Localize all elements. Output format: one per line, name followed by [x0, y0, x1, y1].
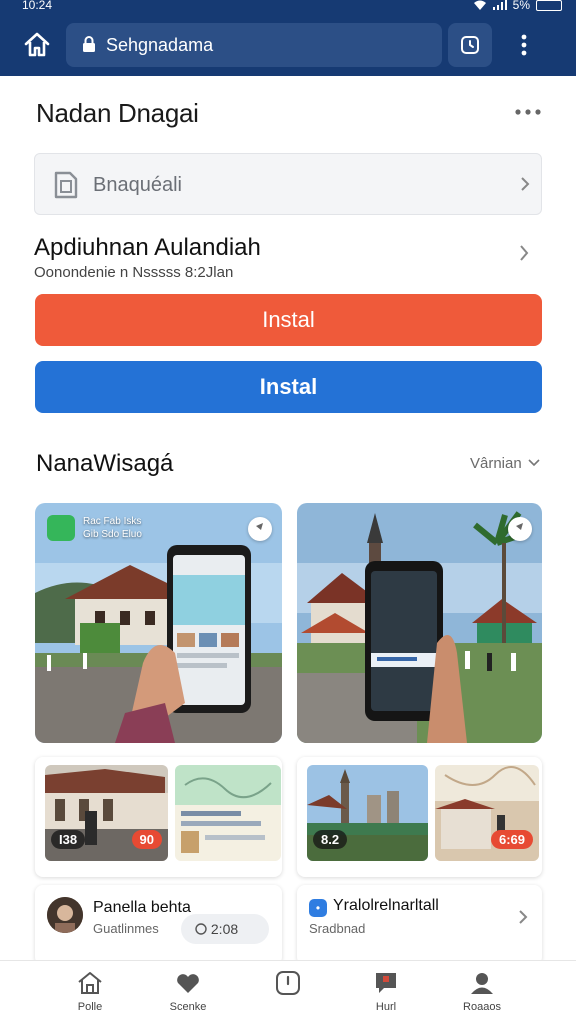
battery-icon — [536, 0, 562, 11]
battery-text: 5% — [512, 0, 530, 12]
overflow-menu-icon[interactable] — [514, 30, 534, 60]
thumbnail-label: 8.2 — [313, 830, 348, 849]
thumbnail-label: 90 — [131, 830, 162, 849]
person-icon — [471, 973, 493, 994]
nav-item-profile[interactable]: Roaaos — [442, 969, 522, 1013]
thumbnail-label: 6:69 — [490, 830, 533, 849]
thumbnail-image: 8.2 — [307, 765, 428, 861]
tab-switcher-button[interactable] — [448, 23, 492, 67]
nav-label: Hurl — [375, 1001, 397, 1013]
more-options-icon[interactable] — [512, 102, 544, 122]
status-bar: 10:24 5% — [0, 0, 576, 14]
status-time: 10:24 — [22, 0, 53, 12]
photo-image — [297, 503, 542, 743]
clock-icon — [276, 971, 300, 995]
post-subtitle: Guatlinmes — [93, 921, 159, 936]
search-placeholder: Bnaquéali — [93, 174, 182, 196]
app-info-row[interactable]: Apdiuhnan Aulandiah Oonondenie n Nsssss … — [34, 232, 542, 284]
post-card[interactable]: Panella behta Guatlinmes 2:08 — [35, 885, 282, 965]
chevron-down-icon — [528, 459, 540, 467]
timer-icon — [195, 923, 207, 935]
home-icon — [78, 972, 102, 994]
status-icons: 5% — [473, 0, 562, 12]
heart-icon[interactable] — [248, 517, 272, 541]
thumbnail-image — [175, 765, 281, 861]
section-filter-label: Vârnian — [470, 455, 522, 472]
nav-label: Scenke — [169, 1001, 207, 1013]
nav-label: Roaaos — [463, 1001, 501, 1013]
post-duration-chip[interactable]: 2:08 — [181, 914, 269, 944]
photo-card[interactable] — [297, 503, 542, 743]
bookmark-icon: • — [309, 899, 327, 917]
nav-item-home[interactable]: Polle — [50, 969, 130, 1013]
install-button-primary[interactable]: Instal — [35, 294, 542, 346]
post-subtitle: Sradbnad — [309, 921, 366, 936]
url-bar[interactable]: Sehgnadama — [66, 23, 442, 67]
post-author: Panella behta — [93, 899, 191, 916]
thumbnail-card[interactable]: 8.2 6:69 — [297, 757, 542, 877]
section-title: NanaWisagá — [36, 450, 174, 477]
avatar — [47, 897, 83, 933]
bottom-navigation: Polle Scenke Hurl Roaaos — [0, 960, 576, 1024]
photo-overlay-tag: Rac Fab Isks Gib Sdo Eluo — [47, 515, 142, 541]
heart-icon — [177, 974, 199, 993]
signal-icon — [492, 0, 507, 10]
heart-icon[interactable] — [508, 517, 532, 541]
chevron-right-icon — [519, 910, 528, 924]
thumbnail-card[interactable]: I38 90 — [35, 757, 282, 877]
thumbnail-image: I38 90 — [45, 765, 168, 861]
section-filter-dropdown[interactable]: Vârnian — [470, 455, 540, 472]
thumbnail-label: I38 — [51, 830, 86, 849]
home-icon[interactable] — [22, 30, 52, 60]
thumbnail-image: 6:69 — [435, 765, 539, 861]
overlay-line-2: Gib Sdo Eluo — [83, 529, 142, 540]
app-badge-icon — [47, 515, 75, 541]
lock-icon — [83, 36, 95, 52]
url-text: Sehgnadama — [106, 35, 214, 55]
page-title: Nadan Dnagai — [36, 98, 199, 128]
chevron-right-icon — [521, 177, 530, 191]
app-subtitle: Oonondenie n Nsssss 8:2Jlan — [34, 264, 234, 281]
shield-clock-icon — [461, 36, 479, 54]
post-card[interactable]: • Yralolrelnarltall Sradbnad — [297, 885, 542, 965]
nav-label: Polle — [77, 1001, 103, 1013]
nav-item-messages[interactable]: Hurl — [346, 969, 426, 1013]
search-field[interactable]: Bnaquéali — [34, 153, 542, 215]
overlay-line-1: Rac Fab Isks — [83, 516, 142, 527]
wifi-icon — [473, 0, 486, 10]
chevron-right-icon — [520, 245, 529, 261]
browser-top-bar: 10:24 5% Sehgnadama — [0, 0, 576, 76]
post-duration: 2:08 — [210, 921, 239, 937]
photo-card[interactable]: Rac Fab Isks Gib Sdo Eluo — [35, 503, 282, 743]
post-title: Yralolrelnarltall — [333, 897, 439, 914]
nav-item-favorites[interactable]: Scenke — [148, 969, 228, 1013]
chat-icon — [376, 973, 396, 993]
app-name: Apdiuhnan Aulandiah — [34, 234, 261, 261]
nav-item-history[interactable] — [248, 969, 328, 1001]
install-button-secondary[interactable]: Instal — [35, 361, 542, 413]
document-icon — [54, 171, 78, 199]
